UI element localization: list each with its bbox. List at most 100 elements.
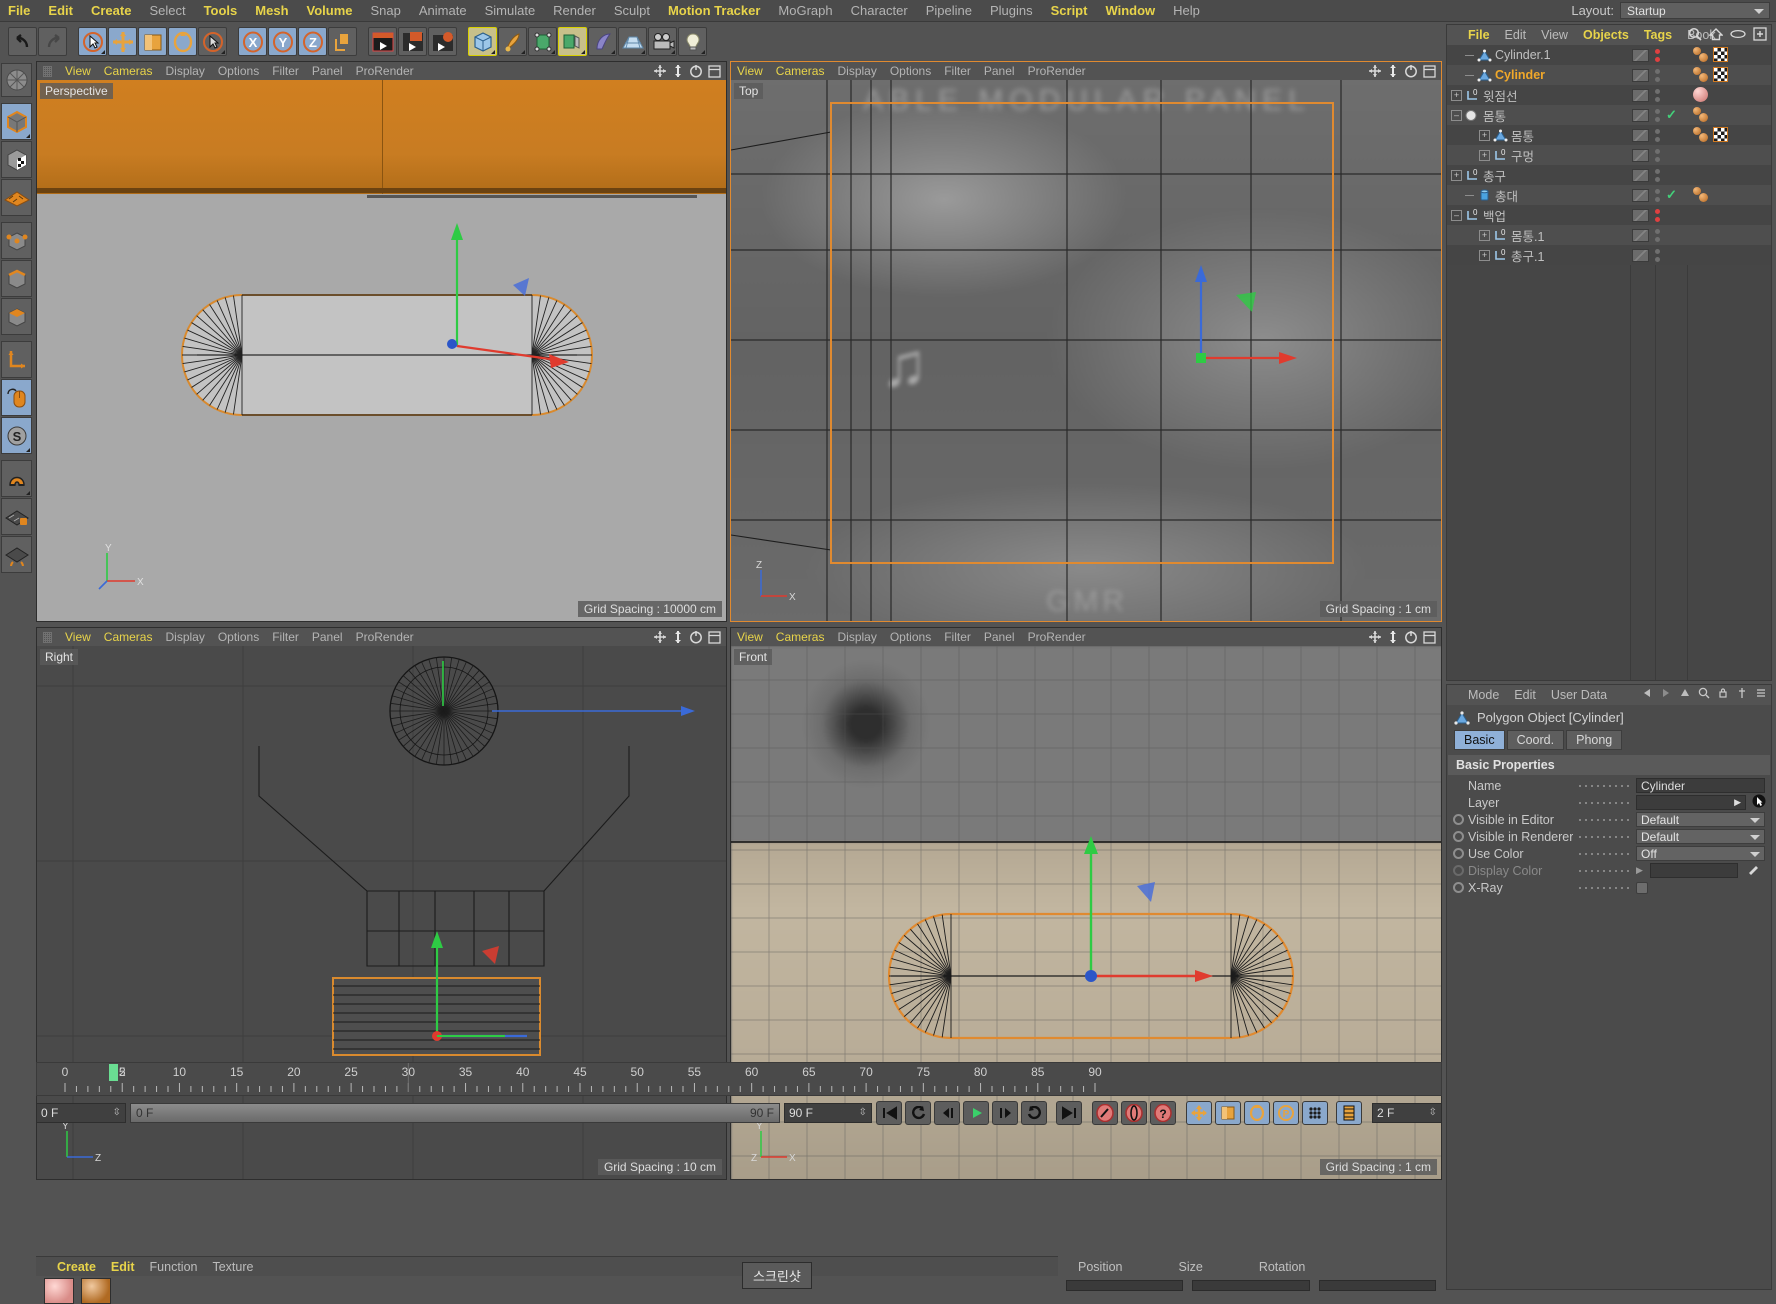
- z-axis-lock-button[interactable]: Z: [298, 27, 327, 56]
- editor-visibility-dot[interactable]: [1655, 168, 1660, 174]
- vp-right-menu-prorender[interactable]: ProRender: [356, 630, 414, 644]
- object-row[interactable]: Cylinder.1: [1447, 45, 1771, 65]
- visibility-dots[interactable]: [1655, 208, 1660, 222]
- editor-visibility-dot[interactable]: [1655, 228, 1660, 234]
- visibility-dots[interactable]: [1655, 68, 1660, 82]
- scale-key-button[interactable]: [1215, 1101, 1241, 1125]
- material-swatch[interactable]: [81, 1278, 111, 1304]
- viewport-top[interactable]: View Cameras Display Options Filter Pane…: [730, 61, 1442, 622]
- layer-color-swatch[interactable]: [1632, 208, 1649, 222]
- am-menu-edit[interactable]: Edit: [1514, 688, 1536, 702]
- visibility-dots[interactable]: [1655, 148, 1660, 162]
- vp-right-menu-view[interactable]: View: [65, 630, 91, 644]
- layer-color-swatch[interactable]: [1632, 168, 1649, 182]
- visibility-dots[interactable]: [1655, 128, 1660, 142]
- vp-menu-display[interactable]: Display: [165, 64, 204, 78]
- layer-color-swatch[interactable]: [1632, 248, 1649, 262]
- object-name[interactable]: 윗점선: [1483, 86, 1518, 105]
- menu-item-simulate[interactable]: Simulate: [485, 3, 536, 18]
- eyedropper-icon[interactable]: [1747, 863, 1761, 879]
- property-dropdown[interactable]: Default: [1636, 829, 1765, 844]
- collapse-icon[interactable]: –: [1451, 109, 1462, 121]
- attribute-tab-coord[interactable]: Coord.: [1506, 730, 1565, 750]
- render-visibility-dot[interactable]: [1655, 156, 1660, 162]
- object-name[interactable]: 구멍: [1511, 146, 1534, 165]
- om-menu-file[interactable]: File: [1468, 28, 1490, 42]
- step-field[interactable]: 2 F ⇳: [1372, 1103, 1442, 1123]
- animation-track-radio[interactable]: [1453, 865, 1464, 876]
- render-view-button[interactable]: [368, 27, 397, 56]
- object-row[interactable]: + 몸통: [1447, 125, 1771, 145]
- vp-front-menu-options[interactable]: Options: [890, 630, 931, 644]
- coord-position-field[interactable]: [1066, 1280, 1184, 1291]
- move-tool-button[interactable]: [108, 27, 137, 56]
- om-menu-edit[interactable]: Edit: [1505, 28, 1527, 42]
- render-visibility-dot[interactable]: [1655, 216, 1660, 222]
- render-visibility-dot[interactable]: [1655, 76, 1660, 82]
- expand-icon[interactable]: +: [1479, 229, 1490, 241]
- vp-menu-filter[interactable]: Filter: [272, 64, 299, 78]
- polygon-mode-button[interactable]: [1, 179, 32, 216]
- attribute-tab-phong[interactable]: Phong: [1566, 730, 1623, 750]
- record-keyframe-button[interactable]: [1092, 1101, 1118, 1125]
- menu-item-select[interactable]: Select: [149, 3, 185, 18]
- spinner-icon[interactable]: ⇳: [859, 1107, 867, 1118]
- vp-front-menu-cameras[interactable]: Cameras: [776, 630, 825, 644]
- layer-input[interactable]: ▶: [1636, 795, 1746, 810]
- material-tag-icon[interactable]: [1693, 67, 1710, 82]
- drag-grip-icon[interactable]: [43, 631, 52, 643]
- viewport-solo-button[interactable]: [1, 379, 32, 416]
- eye-icon[interactable]: [1730, 28, 1746, 40]
- attribute-tab-basic[interactable]: Basic: [1454, 730, 1505, 750]
- vp-front-menu-view[interactable]: View: [737, 630, 763, 644]
- scale-tool-button[interactable]: [138, 27, 167, 56]
- property-dropdown[interactable]: Default: [1636, 812, 1765, 827]
- xray-checkbox[interactable]: [1636, 881, 1648, 894]
- workplane-rotate-button[interactable]: [1, 536, 32, 573]
- render-visibility-dot[interactable]: [1655, 236, 1660, 242]
- up-arrow-icon[interactable]: [1679, 687, 1691, 699]
- bend-deformer-button[interactable]: [588, 27, 617, 56]
- layer-color-swatch[interactable]: [1632, 108, 1649, 122]
- object-name[interactable]: 총구.1: [1511, 246, 1544, 265]
- menu-item-animate[interactable]: Animate: [419, 3, 467, 18]
- face-mode-button[interactable]: [1, 298, 32, 335]
- object-tree[interactable]: Cylinder.1 Cylinder +0 윗점선 – 몸통 ✓ + 몸통 +0 구멍 +0 총구 총대…: [1447, 45, 1771, 680]
- point-mode-button[interactable]: [1, 222, 32, 259]
- material-tag-icon[interactable]: [1693, 47, 1710, 62]
- menu-item-mesh[interactable]: Mesh: [255, 3, 288, 18]
- vp-right-menu-panel[interactable]: Panel: [312, 630, 343, 644]
- menu-item-sculpt[interactable]: Sculpt: [614, 3, 650, 18]
- property-dropdown[interactable]: Off: [1636, 846, 1765, 861]
- mat-menu-create[interactable]: Create: [57, 1260, 96, 1274]
- spinner-icon[interactable]: ⇳: [113, 1107, 121, 1118]
- x-axis-lock-button[interactable]: X: [238, 27, 267, 56]
- material-swatch[interactable]: [44, 1278, 74, 1304]
- viewport-top-canvas[interactable]: ABLE MODULAR PANEL GMR ♫ Z X Top Grid Sp…: [731, 80, 1441, 621]
- menu-item-plugins[interactable]: Plugins: [990, 3, 1033, 18]
- texture-axis-button[interactable]: [1, 63, 32, 97]
- menu-item-character[interactable]: Character: [851, 3, 908, 18]
- coord-size-field[interactable]: [1192, 1280, 1310, 1291]
- render-visibility-dot[interactable]: [1655, 96, 1660, 102]
- editor-visibility-dot[interactable]: [1655, 48, 1660, 54]
- om-menu-view[interactable]: View: [1541, 28, 1568, 42]
- menu-item-file[interactable]: File: [8, 3, 30, 18]
- animation-track-radio[interactable]: [1453, 814, 1464, 825]
- next-keyframe-button[interactable]: [1021, 1101, 1047, 1125]
- generator-button[interactable]: [528, 27, 557, 56]
- mat-menu-texture[interactable]: Texture: [212, 1260, 253, 1274]
- layer-color-swatch[interactable]: [1632, 228, 1649, 242]
- array-button[interactable]: [558, 27, 587, 56]
- object-axis-button[interactable]: [1, 341, 32, 378]
- magnet-button[interactable]: [1, 460, 32, 497]
- world-object-coordinate-button[interactable]: [328, 27, 357, 56]
- vp-menu-prorender[interactable]: ProRender: [356, 64, 414, 78]
- render-region-button[interactable]: [398, 27, 427, 56]
- layer-color-swatch[interactable]: [1632, 148, 1649, 162]
- object-name[interactable]: 몸통: [1483, 106, 1506, 125]
- vp-top-menu-cameras[interactable]: Cameras: [776, 64, 825, 78]
- vp-right-menu-display[interactable]: Display: [165, 630, 204, 644]
- live-selection-button[interactable]: [78, 27, 107, 56]
- search-icon[interactable]: [1688, 27, 1702, 41]
